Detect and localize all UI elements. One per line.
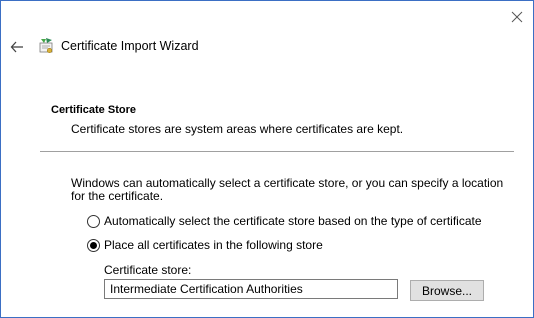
certificate-store-label: Certificate store: [104, 263, 192, 277]
radio-auto-select[interactable]: Automatically select the certificate sto… [87, 214, 482, 228]
intro-text: Windows can automatically select a certi… [71, 176, 504, 203]
section-heading: Certificate Store [51, 104, 136, 116]
back-button[interactable] [7, 37, 27, 57]
browse-button[interactable]: Browse... [410, 280, 484, 301]
radio-button-unselected[interactable] [87, 214, 100, 228]
radio-place-in-store[interactable]: Place all certificates in the following … [87, 238, 323, 252]
radio-button-selected[interactable] [87, 238, 100, 252]
close-button[interactable] [507, 7, 527, 27]
certificate-wizard-icon [39, 38, 53, 54]
section-description: Certificate stores are system areas wher… [71, 122, 404, 136]
close-icon [511, 11, 523, 23]
back-arrow-icon [10, 41, 23, 53]
radio-auto-select-label: Automatically select the certificate sto… [104, 214, 482, 228]
section-divider [40, 151, 514, 152]
wizard-title: Certificate Import Wizard [61, 39, 199, 53]
radio-place-in-store-label: Place all certificates in the following … [104, 238, 323, 252]
radio-selected-dot [90, 241, 97, 249]
certificate-import-wizard-window: Certificate Import Wizard Certificate St… [0, 0, 534, 318]
certificate-store-field[interactable]: Intermediate Certification Authorities [104, 279, 398, 299]
